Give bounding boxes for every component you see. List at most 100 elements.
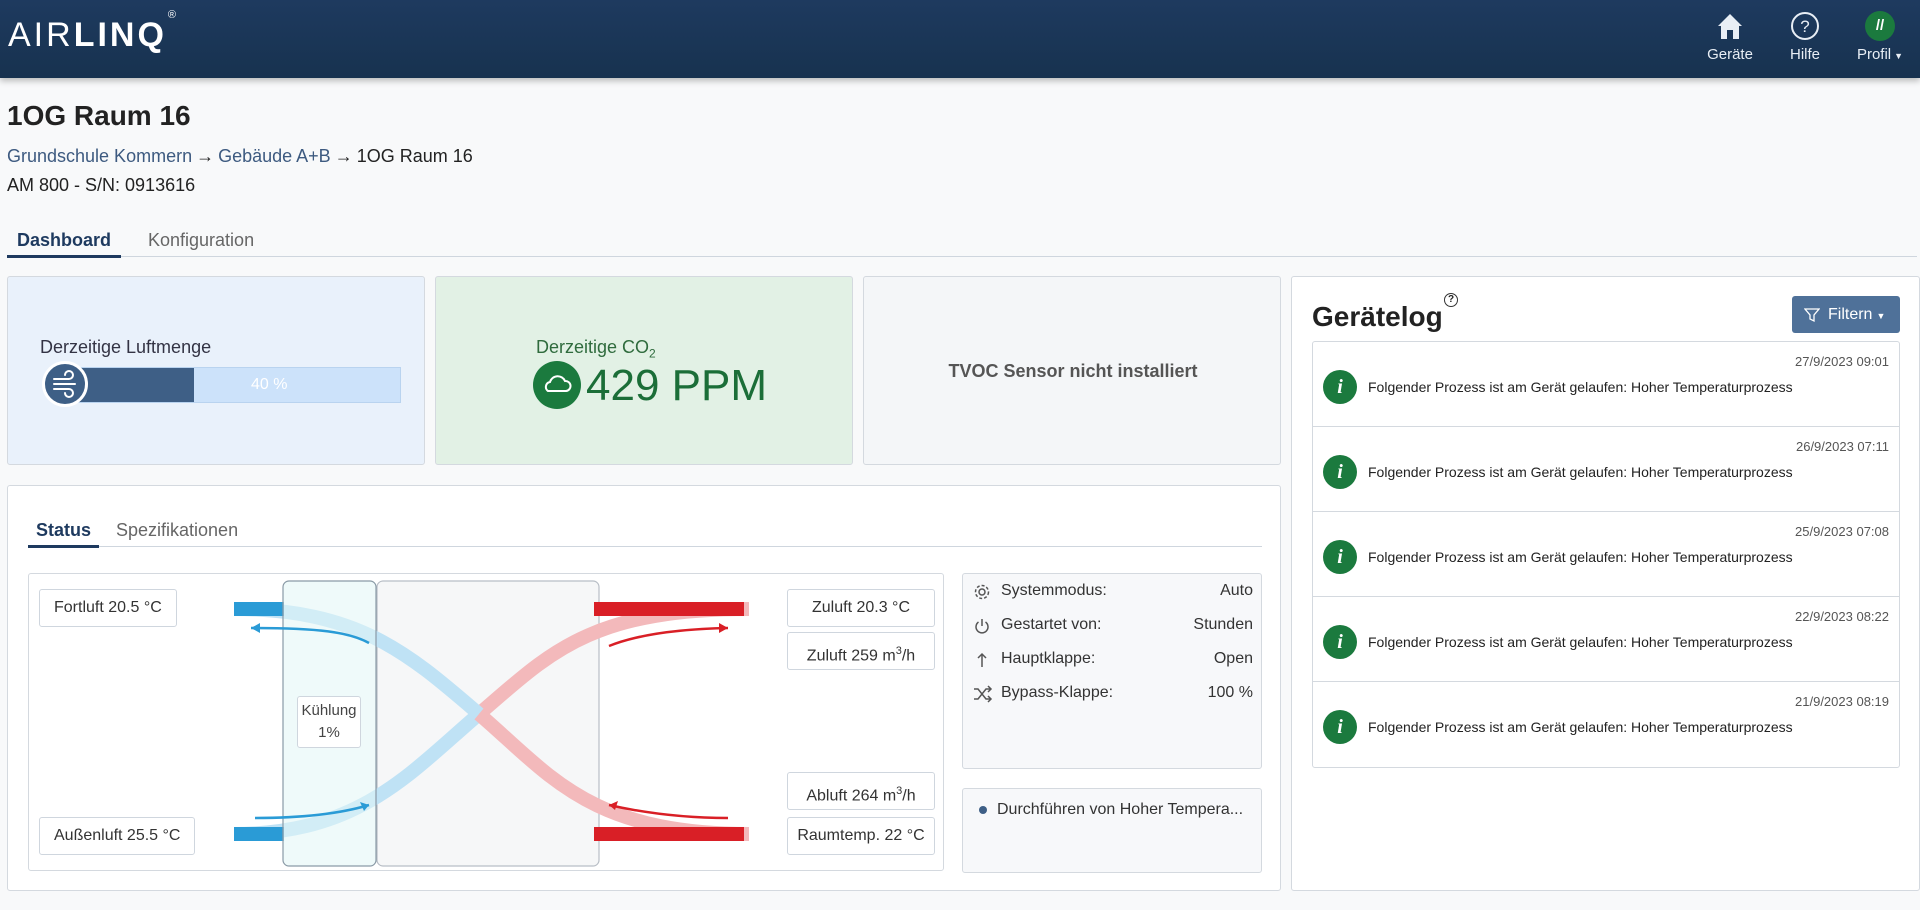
- breadcrumb-school[interactable]: Grundschule Kommern: [7, 146, 192, 166]
- tab-konfiguration[interactable]: Konfiguration: [138, 230, 264, 257]
- log-timestamp: 26/9/2023 07:11: [1795, 439, 1889, 454]
- nav-geraete-label: Geräte: [1707, 46, 1753, 63]
- chevron-down-icon: ▼: [1876, 311, 1886, 321]
- airflow-label: Derzeitige Luftmenge: [40, 337, 212, 357]
- log-entry[interactable]: 21/9/2023 08:19 i Folgender Prozess ist am…: [1313, 682, 1899, 767]
- log-message: Folgender Prozess ist am Gerät gelaufen:…: [1368, 379, 1793, 395]
- cooling-value: 1%: [318, 724, 340, 741]
- airflow-card: Derzeitige Luftmenge 40 %: [7, 276, 425, 465]
- log-timestamp: 21/9/2023 08:19: [1795, 694, 1889, 709]
- log-timestamp: 27/9/2023 09:01: [1795, 354, 1889, 369]
- svg-text:?: ?: [1800, 17, 1809, 36]
- airflow-percent: 40 %: [251, 376, 288, 393]
- chevron-down-icon: ▼: [1894, 51, 1904, 61]
- filter-label: Filtern: [1828, 306, 1873, 323]
- home-icon: [1718, 14, 1742, 39]
- main-damper-value: Open: [1213, 650, 1253, 667]
- aussenluft-label: Außenluft 25.5 °C: [39, 817, 196, 855]
- main-damper-key: Hauptklappe:: [1001, 650, 1096, 667]
- shuffle-icon: [974, 685, 993, 703]
- log-message: Folgender Prozess ist am Gerät gelaufen:…: [1368, 634, 1793, 650]
- nav-hilfe[interactable]: ? Hilfe: [1770, 10, 1840, 63]
- log-entry[interactable]: 26/9/2023 07:11 i Folgender Prozess ist am…: [1313, 427, 1899, 512]
- profile-avatar: //: [1865, 11, 1895, 41]
- tab-dashboard[interactable]: Dashboard: [7, 230, 122, 258]
- tvoc-card: TVOC Sensor nicht installiert: [863, 276, 1281, 465]
- top-navbar: AIRLINQ® Geräte ? Hilfe // Profil ▼: [0, 0, 1920, 78]
- running-process: Durchführen von Hoher Tempera...: [962, 788, 1262, 873]
- breadcrumb-separator: →: [334, 146, 353, 166]
- breadcrumb: Grundschule Kommern → Gebäude A+B → 1OG Raum…: [7, 146, 473, 167]
- fortluft-arrowhead: [251, 623, 260, 633]
- log-timestamp: 25/9/2023 07:08: [1795, 524, 1889, 539]
- log-timestamp: 22/9/2023 08:22: [1795, 609, 1889, 624]
- airflow-bar: 40 %: [56, 367, 401, 403]
- co2-label: Derzeitige CO2: [536, 337, 656, 361]
- log-message: Folgender Prozess ist am Gerät gelaufen:…: [1368, 719, 1793, 735]
- log-message: Folgender Prozess ist am Gerät gelaufen:…: [1368, 464, 1793, 480]
- started-by-value: Stunden: [1193, 616, 1253, 633]
- log-message: Folgender Prozess ist am Gerät gelaufen:…: [1368, 549, 1793, 565]
- system-mode-row: Systemmodus: Auto: [973, 582, 1253, 604]
- filter-button[interactable]: Filtern ▼: [1792, 296, 1900, 333]
- log-title: Gerätelog: [1312, 301, 1443, 332]
- zuluft-arrowhead: [719, 623, 728, 633]
- system-info-panel: Systemmodus: Auto Gestartet von: Stunden…: [962, 573, 1262, 769]
- breadcrumb-room: 1OG Raum 16: [356, 146, 473, 166]
- status-panel: Status Spezifikationen Fortluft 20.5 °C …: [7, 485, 1281, 891]
- nav-profil-label: Profil: [1856, 46, 1892, 63]
- co2-card: Derzeitige CO2 429 PPM: [435, 276, 853, 465]
- zuluft-temp-label: Zuluft 20.3 °C: [787, 589, 935, 627]
- help-icon: ?: [1791, 12, 1819, 40]
- nav-hilfe-label: Hilfe: [1789, 46, 1820, 63]
- info-icon: i: [1323, 455, 1357, 489]
- page-title: 1OG Raum 16: [7, 100, 191, 131]
- info-icon: i: [1323, 540, 1357, 574]
- cloud-icon: [533, 361, 581, 409]
- tab-spezifikationen[interactable]: Spezifikationen: [108, 520, 246, 547]
- cooling-indicator: Kühlung 1%: [297, 696, 361, 748]
- fan-icon: [42, 361, 88, 407]
- fortluft-label: Fortluft 20.5 °C: [39, 589, 177, 627]
- raumtemp-label: Raumtemp. 22 °C: [787, 817, 935, 855]
- nav-profil[interactable]: // Profil ▼: [1845, 10, 1915, 63]
- cooling-label: Kühlung: [301, 702, 357, 719]
- nav-geraete[interactable]: Geräte: [1695, 10, 1765, 63]
- info-icon: i: [1323, 370, 1357, 404]
- bypass-damper-row: Bypass-Klappe: 100 %: [973, 684, 1253, 706]
- system-mode-key: Systemmodus:: [1001, 582, 1107, 599]
- started-by-key: Gestartet von:: [1001, 616, 1102, 633]
- process-text: Durchführen von Hoher Tempera...: [997, 801, 1244, 818]
- airlinq-logo[interactable]: AIRLINQ®: [8, 9, 176, 55]
- gear-icon: [974, 584, 990, 600]
- info-icon: i: [1323, 625, 1357, 659]
- airflow-diagram: Fortluft 20.5 °C Außenluft 25.5 °C Zuluf…: [28, 573, 944, 871]
- tvoc-status: TVOC Sensor nicht installiert: [948, 361, 1198, 381]
- bypass-damper-key: Bypass-Klappe:: [1001, 684, 1114, 701]
- power-icon: [975, 619, 989, 634]
- device-log-panel: Gerätelog ? Filtern ▼ 27/9/2023 09:01 i Fol…: [1291, 276, 1920, 891]
- system-mode-value: Auto: [1220, 582, 1253, 599]
- arrow-up-icon: [977, 652, 987, 667]
- breadcrumb-separator: →: [196, 146, 215, 166]
- abluft-flow-label: Abluft 264 m3/h: [787, 772, 935, 810]
- tab-status[interactable]: Status: [28, 520, 100, 548]
- device-info: AM 800 - S/N: 0913616: [7, 175, 196, 195]
- bypass-damper-value: 100 %: [1207, 684, 1253, 701]
- zuluft-flow-label: Zuluft 259 m3/h: [787, 632, 935, 670]
- log-entry[interactable]: 27/9/2023 09:01 i Folgender Prozess ist am…: [1313, 342, 1899, 427]
- started-by-row: Gestartet von: Stunden: [973, 616, 1253, 638]
- log-entry[interactable]: 25/9/2023 07:08 i Folgender Prozess ist am…: [1313, 512, 1899, 597]
- main-tabs: Dashboard Konfiguration: [7, 230, 1917, 258]
- status-tabs: Status Spezifikationen: [28, 520, 1262, 548]
- co2-value: 429 PPM: [586, 361, 767, 410]
- help-icon[interactable]: ?: [1444, 293, 1458, 307]
- log-entry[interactable]: 22/9/2023 08:22 i Folgender Prozess ist am…: [1313, 597, 1899, 682]
- bullet-icon: [979, 805, 987, 814]
- filter-icon: [1804, 308, 1820, 323]
- main-damper-row: Hauptklappe: Open: [973, 650, 1253, 672]
- zuluft-arrow: [608, 626, 729, 648]
- info-icon: i: [1323, 710, 1357, 744]
- breadcrumb-building[interactable]: Gebäude A+B: [218, 146, 331, 166]
- log-list: 27/9/2023 09:01 i Folgender Prozess ist am…: [1312, 341, 1900, 768]
